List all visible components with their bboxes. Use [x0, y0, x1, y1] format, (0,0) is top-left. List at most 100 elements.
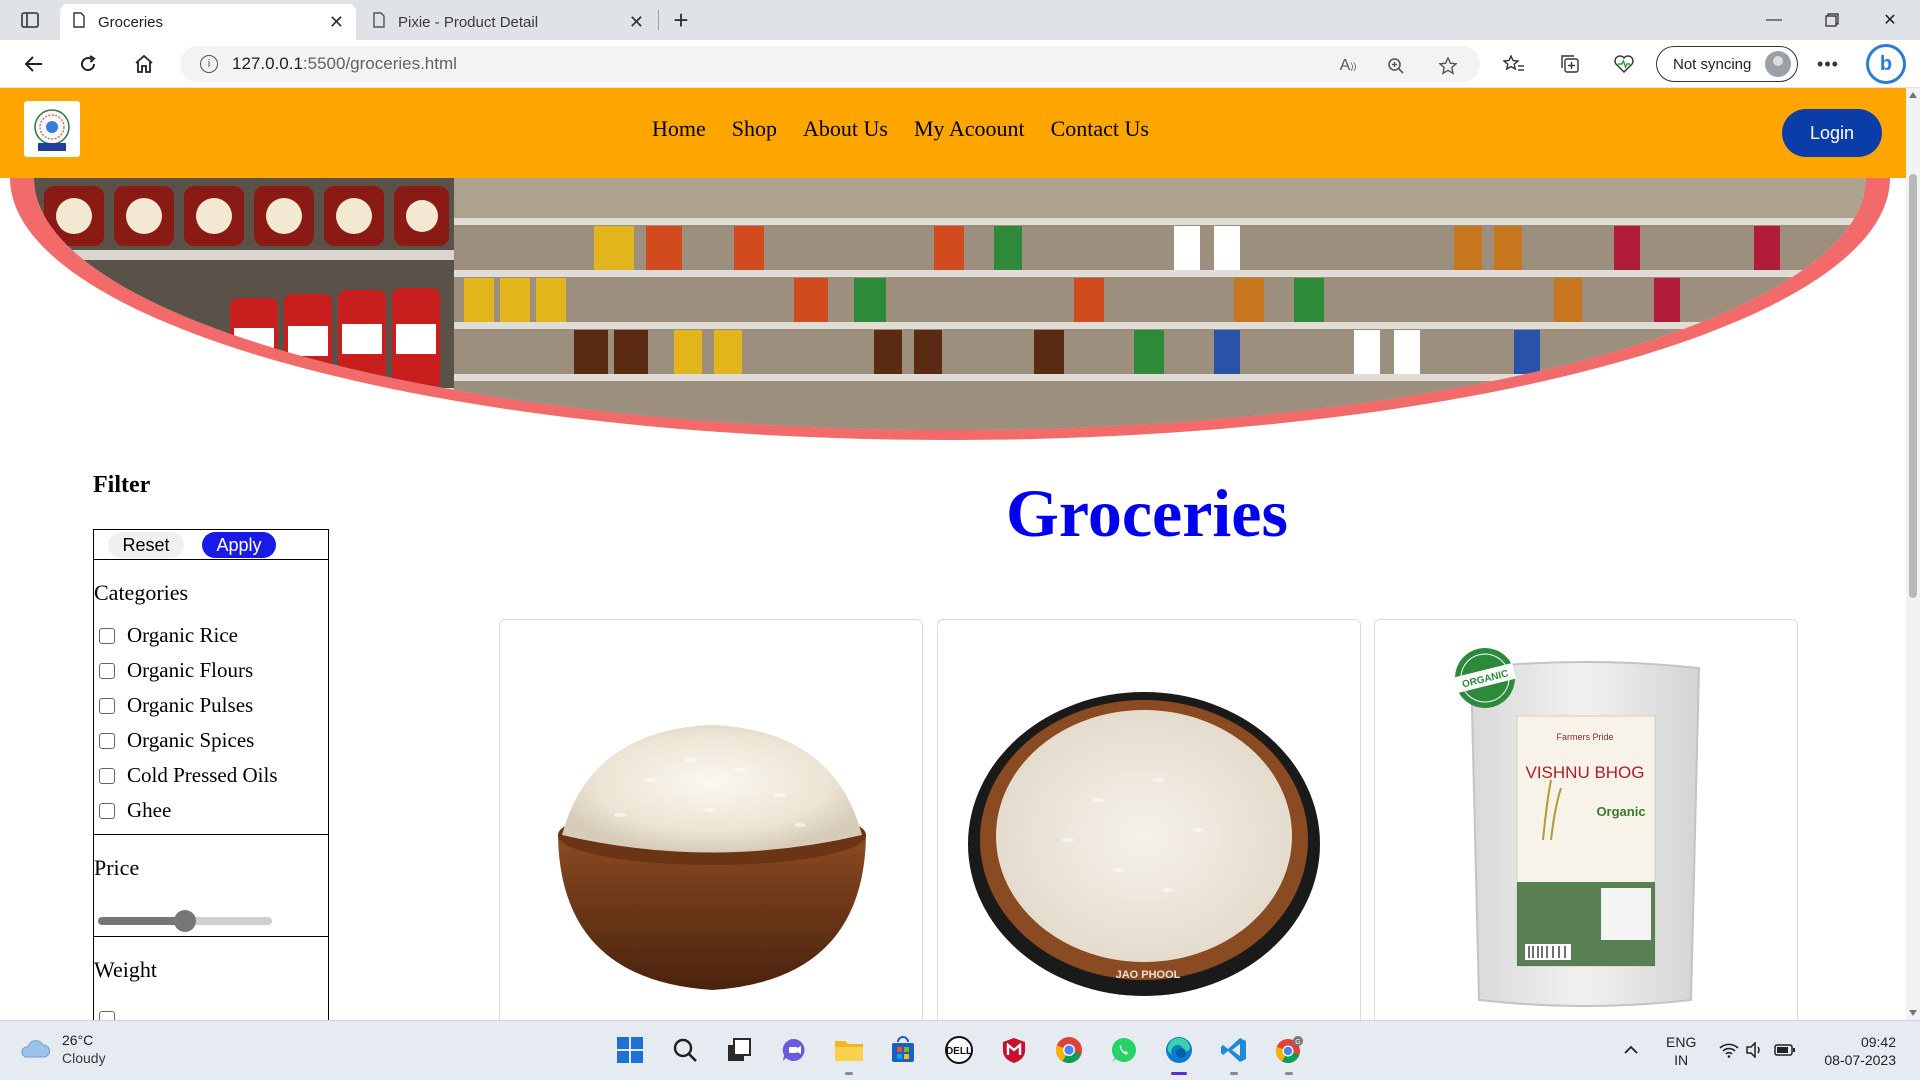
category-label: Ghee [127, 798, 172, 822]
battery-icon[interactable] [1768, 1033, 1802, 1067]
read-aloud-icon[interactable]: A)) [1336, 54, 1360, 78]
category-item[interactable]: Organic Rice [99, 618, 328, 653]
chrome-icon[interactable] [1052, 1033, 1086, 1067]
new-tab-button[interactable]: + [666, 5, 696, 35]
page-viewport: Home Shop About Us My Acoount Contact Us… [0, 88, 1920, 1020]
category-item[interactable]: Cold Pressed Oils [99, 758, 328, 793]
edge-icon[interactable] [1162, 1033, 1196, 1075]
price-slider[interactable] [98, 910, 272, 932]
category-item[interactable]: Organic Pulses [99, 688, 328, 723]
nav-home[interactable]: Home [652, 116, 706, 142]
tab-title: Pixie - Product Detail [398, 13, 539, 31]
volume-icon[interactable] [1738, 1033, 1772, 1067]
running-indicator [1171, 1072, 1187, 1075]
category-label: Cold Pressed Oils [127, 763, 278, 787]
dell-icon[interactable]: DELL [942, 1033, 976, 1067]
product-card[interactable] [499, 619, 923, 1020]
search-icon[interactable] [668, 1033, 702, 1067]
home-button[interactable] [128, 48, 160, 80]
nav-shop[interactable]: Shop [732, 116, 777, 142]
zoom-icon[interactable] [1384, 54, 1408, 78]
weather-widget[interactable]: 26°C Cloudy [18, 1031, 106, 1067]
package-product-name: VISHNU BHOG [1525, 763, 1644, 782]
page-title: Groceries [1006, 475, 1288, 551]
more-menu-icon[interactable]: ••• [1812, 48, 1844, 80]
page-scrollbar[interactable] [1906, 88, 1920, 1020]
profile-avatar [1765, 51, 1791, 77]
category-item[interactable]: Organic Spices [99, 723, 328, 758]
clock-time: 09:42 [1860, 1034, 1896, 1050]
close-icon[interactable]: ✕ [329, 12, 344, 33]
categories-title: Categories [94, 580, 189, 605]
product-image-rice-bowl [500, 620, 922, 1020]
category-checkbox[interactable] [99, 627, 115, 644]
file-explorer-icon[interactable] [832, 1033, 866, 1075]
weight-section: Weight [94, 937, 328, 1020]
scroll-down-icon[interactable] [1909, 1010, 1917, 1016]
category-checkbox[interactable] [99, 697, 115, 714]
system-clock[interactable]: 09:42 08-07-2023 [1818, 1033, 1896, 1069]
close-window-button[interactable]: ✕ [1868, 4, 1912, 36]
filter-heading: Filter [93, 472, 151, 498]
category-checkbox[interactable] [99, 802, 115, 819]
svg-text:DELL: DELL [946, 1046, 972, 1057]
category-checkbox[interactable] [99, 767, 115, 784]
tab-groceries[interactable]: Groceries ✕ [60, 4, 356, 40]
chat-icon[interactable] [777, 1033, 811, 1067]
temperature: 26°C [62, 1032, 94, 1048]
price-slider-thumb[interactable] [174, 910, 196, 932]
nav-contact-us[interactable]: Contact Us [1051, 116, 1149, 142]
tab-product-detail[interactable]: Pixie - Product Detail ✕ [360, 4, 656, 40]
language-indicator[interactable]: ENG IN [1666, 1033, 1696, 1069]
back-button[interactable] [18, 48, 50, 80]
minimize-button[interactable]: — [1752, 4, 1796, 36]
show-hidden-icons[interactable] [1614, 1033, 1648, 1067]
favorite-star-icon[interactable] [1436, 54, 1460, 78]
info-icon[interactable]: i [200, 55, 218, 73]
price-slider-fill [98, 917, 185, 925]
windows-taskbar: 26°C Cloudy DELL G ENG IN 09:42 08-07-20… [0, 1020, 1920, 1080]
nav-my-account[interactable]: My Acoount [914, 116, 1025, 142]
start-icon[interactable] [613, 1033, 647, 1067]
task-view-icon[interactable] [722, 1033, 756, 1067]
category-item[interactable]: Ghee [99, 793, 328, 828]
restore-button[interactable] [1810, 4, 1854, 36]
site-header: Home Shop About Us My Acoount Contact Us… [0, 88, 1906, 178]
svg-text:G: G [1295, 1039, 1300, 1046]
vscode-icon[interactable] [1217, 1033, 1251, 1075]
package-tag: Organic [1596, 804, 1645, 819]
chrome-profile-icon[interactable]: G [1272, 1033, 1306, 1075]
running-indicator [845, 1072, 853, 1075]
category-item[interactable]: Organic Flours [99, 653, 328, 688]
scrollbar-thumb[interactable] [1909, 174, 1917, 598]
site-logo[interactable] [24, 101, 80, 157]
language-code: ENG [1666, 1034, 1697, 1050]
nav-about-us[interactable]: About Us [803, 116, 888, 142]
whatsapp-icon[interactable] [1107, 1033, 1141, 1067]
close-icon[interactable]: ✕ [629, 12, 644, 33]
login-button[interactable]: Login [1782, 109, 1882, 157]
collections-icon[interactable] [1556, 52, 1584, 76]
filter-panel: Reset Apply Categories Organic Rice Orga… [93, 529, 329, 1020]
clock-date: 08-07-2023 [1824, 1052, 1896, 1068]
store-icon[interactable] [886, 1033, 920, 1067]
tab-actions-icon[interactable] [16, 8, 44, 32]
sync-status-button[interactable]: Not syncing [1656, 46, 1798, 82]
address-bar[interactable]: i 127.0.0.1:5500/groceries.html [180, 46, 1480, 82]
refresh-button[interactable] [72, 48, 104, 80]
category-checkbox[interactable] [99, 732, 115, 749]
package-brand: Farmers Pride [1556, 732, 1613, 742]
product-card[interactable]: JAO PHOOL [937, 619, 1361, 1020]
product-card[interactable]: Farmers Pride VISHNU BHOG Organic ORGANI… [1374, 619, 1798, 1020]
weight-checkbox[interactable] [99, 1011, 115, 1020]
performance-icon[interactable] [1610, 52, 1638, 76]
scroll-up-icon[interactable] [1909, 92, 1917, 98]
reset-button[interactable]: Reset [108, 532, 184, 558]
favorites-icon[interactable] [1500, 52, 1528, 76]
apply-button[interactable]: Apply [202, 532, 276, 558]
bing-copilot-icon[interactable]: b [1866, 44, 1906, 84]
category-checkbox[interactable] [99, 662, 115, 679]
mcafee-icon[interactable] [997, 1033, 1031, 1067]
browser-tab-bar: Groceries ✕ Pixie - Product Detail ✕ + —… [0, 0, 1920, 40]
running-indicator [1285, 1072, 1293, 1075]
